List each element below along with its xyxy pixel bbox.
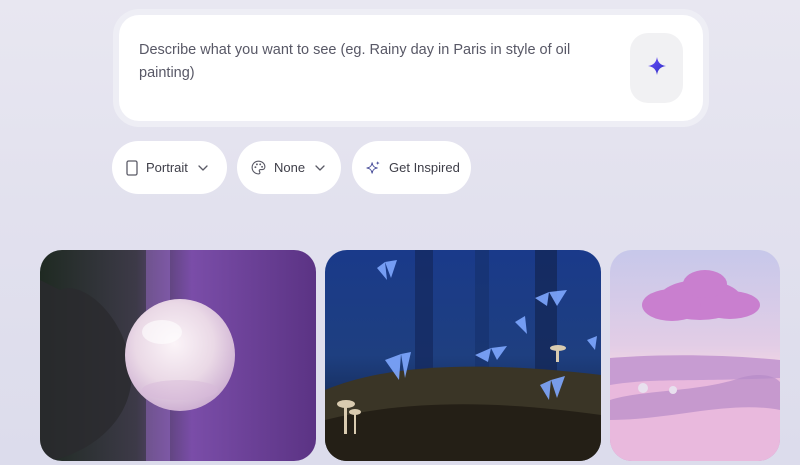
get-inspired-button[interactable]: Get Inspired: [352, 141, 471, 194]
palette-icon: [251, 160, 266, 175]
gallery-image-crystal-ball[interactable]: [40, 250, 316, 461]
sparkles-icon: [366, 160, 381, 175]
prompt-container: Describe what you want to see (eg. Rainy…: [113, 9, 709, 127]
blue-butterflies-forest-photo: [325, 250, 601, 461]
style-label: None: [274, 160, 306, 175]
chevron-down-icon: [198, 164, 208, 171]
orientation-label: Portrait: [146, 160, 188, 175]
generate-button[interactable]: [630, 33, 683, 103]
pink-cloud-landscape-photo: [610, 250, 780, 461]
sparkle-icon: [647, 56, 667, 81]
prompt-placeholder[interactable]: Describe what you want to see (eg. Rainy…: [139, 39, 599, 85]
crystal-ball-photo: [40, 250, 316, 461]
prompt-input[interactable]: Describe what you want to see (eg. Rainy…: [119, 15, 703, 121]
gallery-image-pink-cloud[interactable]: [610, 250, 780, 461]
style-dropdown[interactable]: None: [237, 141, 341, 194]
get-inspired-label: Get Inspired: [389, 160, 460, 175]
chevron-down-icon: [315, 164, 325, 171]
orientation-dropdown[interactable]: Portrait: [112, 141, 227, 194]
gallery-image-butterflies[interactable]: [325, 250, 601, 461]
portrait-icon: [126, 159, 138, 176]
